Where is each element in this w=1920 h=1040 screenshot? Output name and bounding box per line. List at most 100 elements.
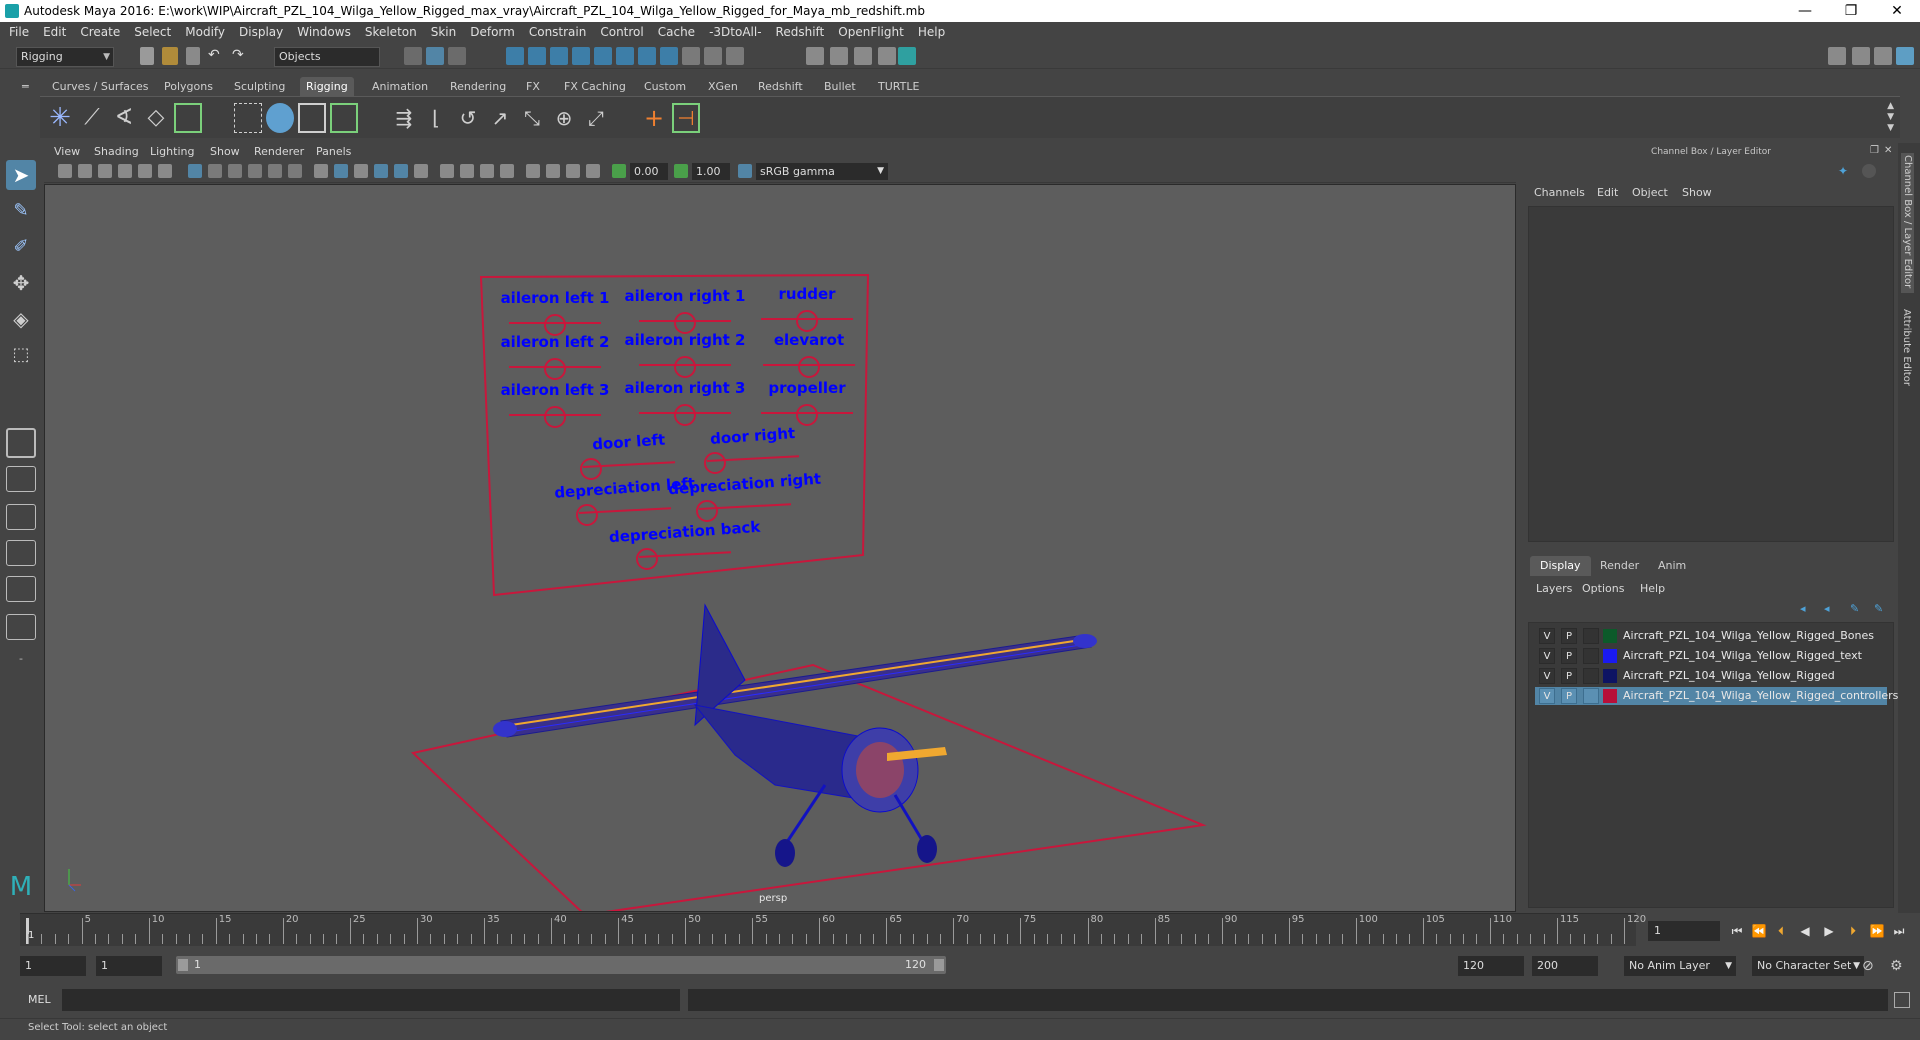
selection-mode-dropdown[interactable]: Objects [274, 47, 380, 67]
save-scene-icon[interactable] [186, 47, 200, 65]
render-view-icon[interactable] [806, 47, 824, 65]
step-forward-frame-icon[interactable]: ⏵ [1844, 921, 1862, 941]
layer-color-swatch[interactable] [1603, 689, 1617, 703]
preferences-icon[interactable]: ⚙ [1890, 958, 1903, 974]
ik-spline-icon[interactable]: ∢ [110, 103, 138, 133]
gamma-icon[interactable] [674, 164, 688, 178]
minimize-button[interactable]: — [1782, 0, 1828, 22]
tab-anim[interactable]: Anim [1648, 556, 1696, 576]
play-backwards-icon[interactable]: ◀ [1796, 921, 1814, 941]
history-icon[interactable] [726, 47, 744, 65]
control-handle[interactable] [544, 358, 566, 380]
tab-turtle[interactable]: TURTLE [872, 77, 925, 96]
tab-bullet[interactable]: Bullet [818, 77, 862, 96]
menu-3dtoall[interactable]: -3DtoAll- [702, 22, 768, 43]
select-tool-icon[interactable]: ➤ [6, 160, 36, 190]
airplane-model[interactable] [493, 603, 1097, 867]
use-all-lights-icon[interactable] [394, 164, 408, 178]
snap-face-icon[interactable] [638, 47, 656, 65]
range-start-handle[interactable] [178, 959, 188, 971]
safe-action-icon[interactable] [288, 164, 302, 178]
animation-start-field[interactable]: 1 [20, 956, 86, 976]
close-button[interactable]: ✕ [1874, 0, 1920, 22]
layer-row[interactable]: V P Aircraft_PZL_104_Wilga_Yellow_Rigged… [1535, 627, 1887, 645]
layer-playback-toggle[interactable]: P [1561, 628, 1577, 644]
menu-create[interactable]: Create [73, 22, 127, 43]
script-editor-icon[interactable] [1894, 992, 1910, 1008]
menu-display[interactable]: Display [232, 22, 290, 43]
attribute-editor-toggle-icon[interactable] [1874, 47, 1892, 65]
auto-key-icon[interactable]: ⊘ [1862, 958, 1874, 974]
snap-live-icon[interactable] [594, 47, 612, 65]
channel-edit-menu[interactable]: Edit [1597, 186, 1618, 199]
wireframe-icon[interactable] [314, 164, 328, 178]
joint-tool-icon[interactable]: ✳ [46, 103, 74, 133]
gamma-field[interactable]: 1.00 [692, 163, 730, 180]
channels-menu[interactable]: Channels [1534, 186, 1585, 199]
playback-end-field[interactable]: 120 [1458, 956, 1524, 976]
menu-openflight[interactable]: OpenFlight [831, 22, 911, 43]
scale-tool-icon[interactable]: ⬚ [6, 340, 36, 370]
move-layer-down-icon[interactable]: ◂ [1824, 602, 1830, 615]
go-to-start-icon[interactable]: ⏮ [1728, 921, 1746, 941]
perspective-viewport[interactable]: aileron left 1 aileron right 1 rudder ailer… [44, 184, 1516, 912]
modeling-toolkit-icon[interactable] [1852, 47, 1870, 65]
locator-icon[interactable]: + [640, 103, 668, 133]
menu-redshift[interactable]: Redshift [769, 22, 832, 43]
control-handle[interactable] [636, 548, 658, 570]
time-slider[interactable]: 1 5 10 15 20 25 30 35 40 45 50 55 60 65 70 75 80 85 90 95 1… [20, 913, 1646, 946]
menu-edit[interactable]: Edit [36, 22, 73, 43]
layer-display-type-toggle[interactable] [1583, 628, 1599, 644]
paint-select-tool-icon[interactable]: ✐ [6, 232, 36, 262]
redo-icon[interactable]: ↷ [232, 47, 250, 65]
layer-options-menu[interactable]: Options [1582, 582, 1624, 595]
play-forwards-icon[interactable]: ▶ [1820, 921, 1838, 941]
smooth-shade-icon[interactable] [334, 164, 348, 178]
viewport-menu-view[interactable]: View [54, 145, 80, 158]
character-set-dropdown[interactable]: No Character Set ▼ [1752, 956, 1864, 976]
viewport-menu-shading[interactable]: Shading [94, 145, 139, 158]
select-hierarchy-icon[interactable] [404, 47, 422, 65]
control-handle[interactable] [674, 356, 696, 378]
new-layer-selected-icon[interactable]: ✎ [1874, 602, 1883, 615]
insert-joint-icon[interactable]: ◇ [142, 103, 170, 133]
single-perspective-layout-icon[interactable] [6, 428, 36, 458]
open-scene-icon[interactable] [162, 47, 178, 65]
layer-playback-toggle[interactable]: P [1561, 668, 1577, 684]
anti-aliasing-icon[interactable] [480, 164, 494, 178]
shelf-scroll-icon[interactable]: ▲ ▼ ▼ [1887, 101, 1894, 134]
control-handle[interactable] [544, 314, 566, 336]
tab-xgen[interactable]: XGen [702, 77, 744, 96]
control-handle[interactable] [580, 458, 602, 480]
animation-end-field[interactable]: 200 [1532, 956, 1598, 976]
float-panel-icon[interactable]: ❐ [1870, 145, 1879, 156]
side-tab-channel-box[interactable]: Channel Box / Layer Editor [1901, 153, 1914, 293]
four-view-layout-icon[interactable] [6, 466, 36, 492]
parent-constraint-icon[interactable]: ⇶ [390, 103, 418, 133]
snap-grid-icon[interactable] [506, 47, 524, 65]
exposure-icon[interactable] [612, 164, 626, 178]
grease-pencil-icon[interactable] [158, 164, 172, 178]
resolution-gate-icon[interactable] [228, 164, 242, 178]
step-back-frame-icon[interactable]: ⏴ [1772, 921, 1790, 941]
script-language-toggle[interactable]: MEL [28, 993, 51, 1006]
viewport-menu-show[interactable]: Show [210, 145, 240, 158]
control-handle[interactable] [796, 404, 818, 426]
control-handle[interactable] [576, 504, 598, 526]
move-layer-up-icon[interactable]: ◂ [1800, 602, 1806, 615]
persp-graph-layout-icon[interactable] [6, 540, 36, 566]
layers-menu[interactable]: Layers [1536, 582, 1572, 595]
side-tab-attribute-editor[interactable]: Attribute Editor [1901, 309, 1912, 399]
snap-curve-icon[interactable] [528, 47, 546, 65]
rotate-tool-icon[interactable]: ◈ [6, 304, 36, 334]
color-management-icon[interactable] [738, 164, 752, 178]
anim-layer-dropdown[interactable]: No Anim Layer ▼ [1624, 956, 1736, 976]
current-frame-field[interactable]: 1 [1648, 921, 1720, 941]
menu-help[interactable]: Help [911, 22, 952, 43]
step-forward-key-icon[interactable]: ⏩ [1868, 921, 1886, 941]
control-handle[interactable] [704, 452, 726, 474]
layer-color-swatch[interactable] [1603, 669, 1617, 683]
layer-color-swatch[interactable] [1603, 629, 1617, 643]
command-input[interactable] [62, 989, 680, 1011]
xray-joints-icon[interactable] [566, 164, 580, 178]
